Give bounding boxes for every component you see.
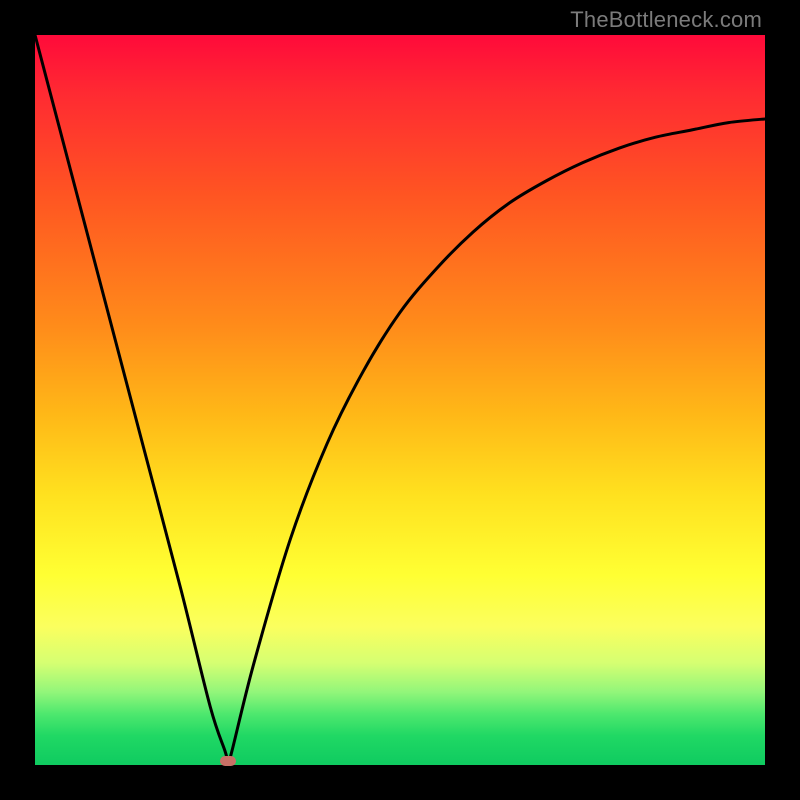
curve-line (35, 35, 765, 762)
min-marker (220, 756, 236, 766)
plot-area (35, 35, 765, 765)
curve-svg (35, 35, 765, 765)
chart-frame: TheBottleneck.com (0, 0, 800, 800)
watermark-text: TheBottleneck.com (570, 7, 762, 33)
